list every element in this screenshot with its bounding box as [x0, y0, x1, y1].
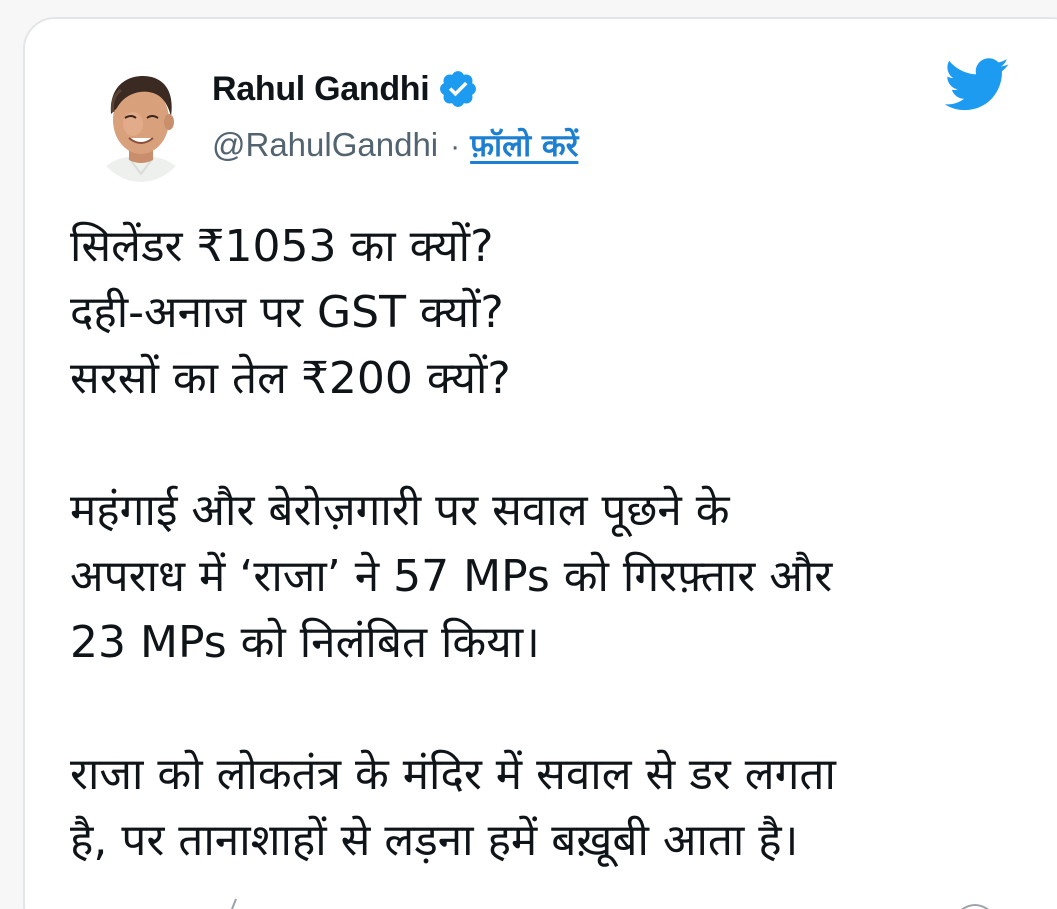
tweet-paragraph-3: राजा को लोकतंत्र के मंदिर में सवाल से डर…	[70, 742, 1030, 874]
separator-dot: ·	[450, 130, 461, 163]
author-handle-row: @RahulGandhi · फ़ॉलो करें	[212, 124, 578, 166]
follow-link[interactable]: फ़ॉलो करें	[470, 124, 578, 166]
tweet-line: सरसों का तेल ₹200 क्यों?	[70, 353, 511, 404]
verified-badge-icon	[437, 68, 479, 110]
author-name-row: Rahul Gandhi	[212, 66, 578, 112]
tweet-line: है, पर तानाशाहों से लड़ना हमें बख़ूबी आत…	[70, 815, 799, 866]
screenshot-page: Rahul Gandhi @RahulGandhi · फ़ॉलो करें स…	[0, 0, 1057, 909]
author-name[interactable]: Rahul Gandhi	[212, 70, 430, 109]
twitter-bird-icon[interactable]	[944, 58, 1010, 112]
tweet-line: सिलेंडर ₹1053 का क्यों?	[70, 221, 494, 272]
author-block: Rahul Gandhi @RahulGandhi · फ़ॉलो करें	[212, 66, 578, 166]
author-handle[interactable]: @RahulGandhi	[212, 126, 438, 164]
avatar[interactable]	[89, 58, 193, 182]
cut-off-footer-icons	[231, 898, 989, 909]
tweet-line: महंगाई और बेरोज़गारी पर सवाल पूछने के	[70, 485, 730, 536]
avatar-photo	[89, 58, 193, 182]
tweet-line: दही-अनाज पर GST क्यों?	[70, 287, 504, 338]
tweet-line: राजा को लोकतंत्र के मंदिर में सवाल से डर…	[70, 749, 836, 800]
tweet-text: सिलेंडर ₹1053 का क्यों? दही-अनाज पर GST …	[70, 214, 1030, 909]
tweet-line: 23 MPs को निलंबित किया।	[70, 617, 540, 668]
tweet-line: अपराध में ‘राजा’ ने 57 MPs को गिरफ़्तार …	[70, 551, 833, 602]
tweet-paragraph-2: महंगाई और बेरोज़गारी पर सवाल पूछने के अप…	[70, 478, 1030, 676]
tweet-paragraph-1: सिलेंडर ₹1053 का क्यों? दही-अनाज पर GST …	[70, 214, 1030, 412]
